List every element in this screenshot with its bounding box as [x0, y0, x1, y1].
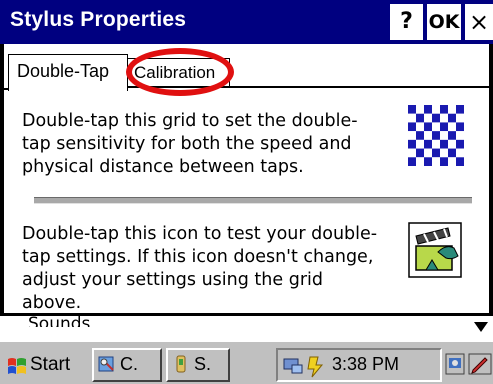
stylus-icon [176, 355, 186, 373]
window-title: Stylus Properties [10, 8, 187, 31]
clock[interactable]: 3:38 PM [332, 354, 399, 375]
test-instructions: Double-tap this icon to test your double… [22, 224, 378, 313]
desktop-icon[interactable] [444, 350, 466, 378]
title-bar: Stylus Properties ? OK × [0, 0, 493, 44]
windows-flag-icon [8, 358, 26, 374]
taskbar-item-label: S. [194, 354, 212, 374]
tab-double-tap[interactable]: Double-Tap [8, 54, 128, 91]
checkerboard-icon[interactable] [408, 105, 464, 166]
calibration-highlight-circle [126, 48, 234, 96]
network-icon [283, 358, 303, 374]
tab-baseline [0, 88, 8, 90]
start-button[interactable]: Start [2, 348, 88, 382]
close-button[interactable]: × [465, 4, 493, 40]
system-tray: 3:38 PM [276, 348, 442, 382]
help-button[interactable]: ? [390, 4, 423, 40]
tray-status-icons[interactable] [282, 353, 328, 379]
power-icon [307, 356, 324, 378]
ok-button[interactable]: OK [427, 4, 461, 40]
pen-input-icon[interactable] [468, 350, 492, 378]
scroll-down-arrow-icon[interactable] [474, 322, 488, 334]
grid-instructions: Double-tap this grid to set the double-t… [22, 111, 358, 177]
taskbar-item-label: C. [120, 354, 138, 374]
clapperboard-icon[interactable] [408, 222, 462, 278]
background-list-item[interactable]: Sounds [28, 313, 90, 327]
tab-strip: Double-Tap Calibration [0, 44, 493, 91]
taskbar-item-control-panel[interactable]: C. [92, 348, 162, 382]
start-label: Start [30, 354, 71, 375]
taskbar: Start C. S. 3:38 PM [0, 340, 493, 384]
section-divider [34, 197, 472, 204]
taskbar-item-stylus[interactable]: S. [166, 348, 230, 382]
control-panel-icon [98, 356, 114, 372]
